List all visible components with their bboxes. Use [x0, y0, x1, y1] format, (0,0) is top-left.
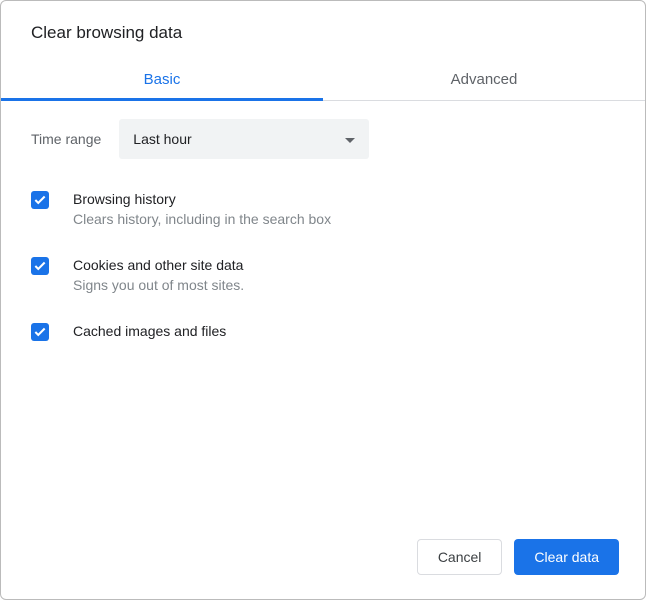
checkmark-icon — [33, 259, 47, 273]
option-cached: Cached images and files — [31, 321, 615, 341]
clear-browsing-data-dialog: Clear browsing data Basic Advanced Time … — [0, 0, 646, 600]
option-title: Cached images and files — [73, 321, 226, 341]
option-subtitle: Signs you out of most sites. — [73, 275, 244, 295]
checkmark-icon — [33, 325, 47, 339]
dialog-title: Clear browsing data — [1, 1, 645, 43]
time-range-value: Last hour — [133, 131, 191, 147]
checkmark-icon — [33, 193, 47, 207]
tab-basic[interactable]: Basic — [1, 61, 323, 100]
checkbox-browsing-history[interactable] — [31, 191, 49, 209]
dropdown-caret-icon — [345, 131, 355, 147]
tabs: Basic Advanced — [1, 61, 645, 101]
dialog-footer: Cancel Clear data — [1, 539, 645, 599]
time-range-row: Time range Last hour — [31, 119, 615, 159]
time-range-select[interactable]: Last hour — [119, 119, 369, 159]
tab-advanced[interactable]: Advanced — [323, 61, 645, 100]
option-cookies: Cookies and other site data Signs you ou… — [31, 255, 615, 295]
option-text: Cached images and files — [73, 321, 226, 341]
checkbox-cached[interactable] — [31, 323, 49, 341]
clear-data-button[interactable]: Clear data — [514, 539, 619, 575]
cancel-button[interactable]: Cancel — [417, 539, 503, 575]
option-subtitle: Clears history, including in the search … — [73, 209, 331, 229]
option-text: Browsing history Clears history, includi… — [73, 189, 331, 229]
option-title: Browsing history — [73, 189, 331, 209]
time-range-label: Time range — [31, 131, 101, 147]
option-title: Cookies and other site data — [73, 255, 244, 275]
dialog-content: Time range Last hour Browsing history Cl… — [1, 101, 645, 539]
option-browsing-history: Browsing history Clears history, includi… — [31, 189, 615, 229]
option-text: Cookies and other site data Signs you ou… — [73, 255, 244, 295]
checkbox-cookies[interactable] — [31, 257, 49, 275]
